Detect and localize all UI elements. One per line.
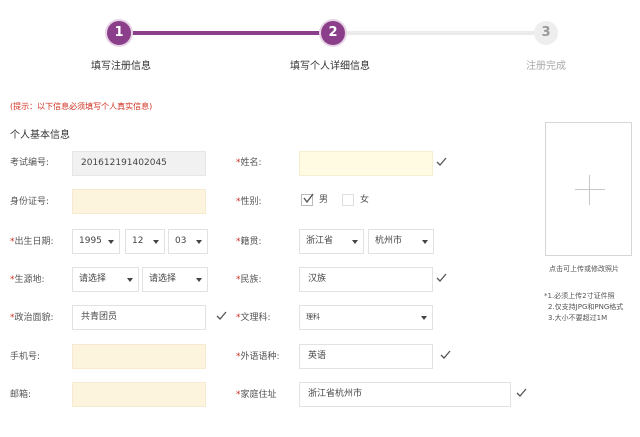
gender-label: *性别: (236, 195, 262, 209)
ethnicity-label: *民族: (236, 273, 262, 287)
track-label-text: 文理科: (240, 313, 271, 323)
name-input[interactable] (299, 151, 433, 176)
political-label: *政治面貌: (10, 311, 54, 325)
name-label-text: 姓名: (240, 158, 262, 168)
birth-month-select[interactable]: 12 (125, 229, 165, 254)
chevron-down-icon (127, 278, 133, 282)
name-label: *姓名: (236, 156, 262, 170)
ethnicity-label-text: 民族: (240, 275, 262, 285)
political-valid-check-icon (216, 311, 227, 320)
progress-line-completed (119, 31, 333, 35)
native-place-label-text: 籍贯: (240, 237, 262, 247)
gender-male-checkbox[interactable] (301, 193, 314, 206)
id-card-label: 身份证号: (10, 197, 50, 207)
track-value: 理科 (306, 313, 320, 321)
gender-female-label: 女 (360, 195, 370, 205)
email-input[interactable] (72, 382, 206, 407)
gender-male-label: 男 (319, 195, 329, 205)
gender-label-text: 性别: (240, 197, 262, 207)
plus-icon-vertical (589, 175, 590, 205)
origin-label-text: 生源地: (14, 275, 45, 285)
birth-label-text: 出生日期: (14, 237, 54, 247)
address-label: *家庭住址 (236, 388, 277, 402)
photo-upload-box[interactable] (545, 122, 632, 256)
photo-note-2: 2.仅支持JPG和PNG格式 (548, 303, 624, 311)
phone-label: 手机号: (10, 352, 41, 362)
photo-note-3: 3.大小不要超过1M (548, 314, 608, 322)
exam-id-field: 201612191402045 (72, 151, 206, 176)
step-1-circle: 1 (107, 21, 131, 45)
birth-year-select[interactable]: 1995 (72, 229, 120, 254)
political-label-text: 政治面貌: (14, 313, 54, 323)
chevron-down-icon (421, 316, 427, 320)
chevron-down-icon (153, 240, 159, 244)
step-3-circle: 3 (534, 21, 558, 45)
checked-icon (303, 193, 314, 204)
birth-day-value: 03 (175, 236, 187, 246)
native-province-select[interactable]: 浙江省 (299, 229, 364, 254)
gender-female-checkbox[interactable] (342, 194, 354, 206)
id-card-input[interactable] (72, 189, 206, 214)
origin-province-select[interactable]: 请选择 (72, 267, 139, 292)
ethnicity-input[interactable]: 汉族 (299, 267, 433, 292)
native-city-value: 杭州市 (375, 236, 403, 246)
political-input[interactable]: 共青团员 (72, 305, 206, 330)
language-input[interactable]: 英语 (299, 344, 433, 369)
address-valid-check-icon (516, 388, 527, 397)
progress-line-pending (333, 31, 546, 35)
photo-note-1: *1.必须上传2寸证件照 (544, 292, 615, 300)
step-2-circle: 2 (321, 21, 345, 45)
name-valid-check-icon (436, 157, 447, 166)
birth-month-value: 12 (132, 236, 144, 246)
chevron-down-icon (422, 240, 428, 244)
birth-day-select[interactable]: 03 (168, 229, 208, 254)
chevron-down-icon (352, 240, 358, 244)
exam-id-label: 考试编号: (10, 158, 50, 168)
track-label: *文理科: (236, 311, 271, 325)
hint-text: (提示：以下信息必须填写个人真实信息) (10, 102, 153, 111)
step-2-label: 填写个人详细信息 (290, 61, 370, 72)
native-place-label: *籍贯: (236, 235, 262, 249)
email-label: 邮箱: (10, 390, 32, 400)
section-title: 个人基本信息 (10, 130, 70, 141)
chevron-down-icon (108, 240, 114, 244)
track-select[interactable]: 理科 (299, 305, 433, 330)
plus-icon (575, 189, 605, 190)
origin-city-value: 请选择 (149, 274, 177, 284)
step-1-label: 填写注册信息 (91, 61, 151, 72)
birth-label: *出生日期: (10, 235, 54, 249)
language-label: *外语语种: (236, 350, 280, 364)
ethnicity-valid-check-icon (436, 273, 447, 282)
step-3-label: 注册完成 (526, 61, 566, 72)
photo-caption: 点击可上传或修改照片 (549, 265, 619, 273)
language-valid-check-icon (440, 350, 451, 359)
language-label-text: 外语语种: (240, 352, 280, 362)
chevron-down-icon (196, 240, 202, 244)
address-label-text: 家庭住址 (240, 390, 277, 400)
chevron-down-icon (196, 278, 202, 282)
origin-city-select[interactable]: 请选择 (142, 267, 208, 292)
native-province-value: 浙江省 (306, 236, 334, 246)
origin-province-value: 请选择 (79, 274, 107, 284)
birth-year-value: 1995 (79, 236, 102, 246)
address-input[interactable]: 浙江省杭州市 (299, 382, 511, 407)
native-city-select[interactable]: 杭州市 (368, 229, 434, 254)
phone-input[interactable] (72, 344, 206, 369)
origin-label: *生源地: (10, 273, 45, 287)
